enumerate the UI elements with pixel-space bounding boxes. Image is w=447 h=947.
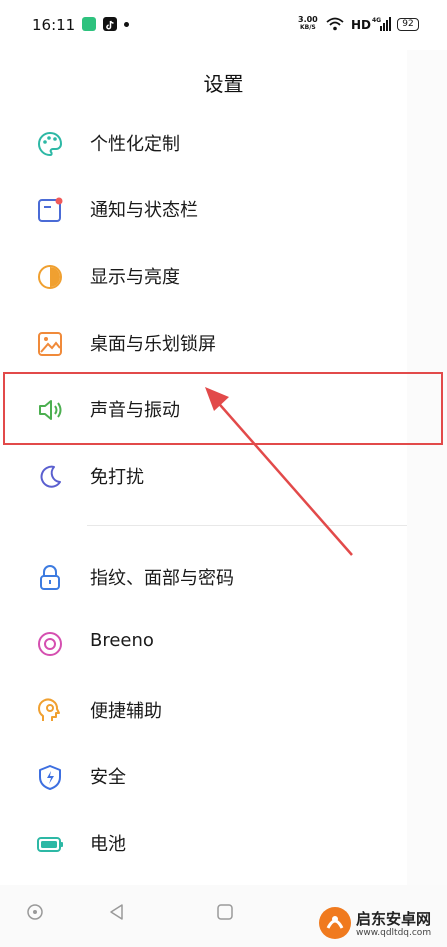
settings-item-label: 通知与状态栏 bbox=[90, 200, 198, 221]
settings-item-label: 便捷辅助 bbox=[90, 701, 162, 722]
settings-item-personalization[interactable]: 个性化定制 bbox=[0, 110, 407, 176]
settings-item-label: 指纹、面部与密码 bbox=[90, 568, 234, 589]
assistant-dot-icon[interactable] bbox=[26, 903, 44, 921]
page-title: 设置 bbox=[203, 72, 244, 96]
wifi-icon bbox=[326, 17, 344, 31]
settings-item-desktop[interactable]: 桌面与乐划锁屏 bbox=[0, 310, 407, 376]
settings-item-accessibility[interactable]: 便捷辅助 bbox=[0, 677, 407, 743]
shield-icon bbox=[39, 765, 61, 790]
battery-icon bbox=[37, 837, 63, 852]
highlight-box bbox=[3, 372, 443, 445]
net-speed-value: 3.00 bbox=[298, 15, 318, 24]
palette-icon bbox=[38, 131, 63, 157]
settings-item-breeno[interactable]: Breeno bbox=[0, 610, 407, 676]
settings-item-label: 安全 bbox=[90, 767, 126, 788]
settings-item-security-password[interactable]: 指纹、面部与密码 bbox=[0, 544, 407, 610]
notification-dot-icon bbox=[124, 22, 129, 27]
side-fade bbox=[407, 50, 447, 890]
watermark: 启东安卓网 www.qdltdq.com bbox=[318, 906, 443, 942]
watermark-url: www.qdltdq.com bbox=[356, 928, 432, 938]
settings-item-dnd[interactable]: 免打扰 bbox=[0, 443, 407, 509]
settings-item-label: 免打扰 bbox=[90, 467, 144, 488]
lock-icon bbox=[40, 565, 60, 590]
network-speed: 3.00 KB/S bbox=[298, 16, 318, 32]
signal-icon: 4G bbox=[372, 17, 391, 31]
status-time: 16:11 bbox=[32, 16, 76, 34]
tiktok-icon bbox=[103, 17, 117, 31]
hd-label: HD bbox=[351, 18, 372, 32]
back-icon[interactable] bbox=[108, 903, 126, 921]
section-divider bbox=[87, 525, 407, 526]
settings-item-battery[interactable]: 电池 bbox=[0, 810, 407, 876]
settings-item-safety[interactable]: 安全 bbox=[0, 743, 407, 809]
watermark-logo-icon bbox=[319, 907, 351, 939]
battery-indicator: 92 bbox=[397, 18, 419, 31]
assist-icon bbox=[38, 698, 60, 721]
settings-item-display[interactable]: 显示与亮度 bbox=[0, 243, 407, 309]
svg-text:4G: 4G bbox=[372, 17, 381, 24]
notification-icon bbox=[38, 197, 63, 222]
settings-item-label: Breeno bbox=[90, 630, 154, 651]
home-icon[interactable] bbox=[216, 903, 234, 921]
app-notification-icon bbox=[82, 17, 96, 31]
brightness-icon bbox=[38, 265, 62, 289]
settings-item-label: 显示与亮度 bbox=[90, 267, 180, 288]
settings-item-label: 个性化定制 bbox=[90, 134, 180, 155]
moon-icon bbox=[40, 465, 61, 488]
watermark-name: 启东安卓网 bbox=[356, 910, 432, 928]
net-speed-unit: KB/S bbox=[300, 24, 316, 31]
settings-item-label: 桌面与乐划锁屏 bbox=[90, 334, 216, 355]
settings-item-notifications[interactable]: 通知与状态栏 bbox=[0, 176, 407, 242]
settings-item-label: 电池 bbox=[90, 834, 126, 855]
breeno-icon bbox=[38, 632, 62, 656]
wallpaper-icon bbox=[38, 332, 62, 356]
status-bar: 16:11 3.00 KB/S HD 4G 92 bbox=[0, 0, 447, 50]
